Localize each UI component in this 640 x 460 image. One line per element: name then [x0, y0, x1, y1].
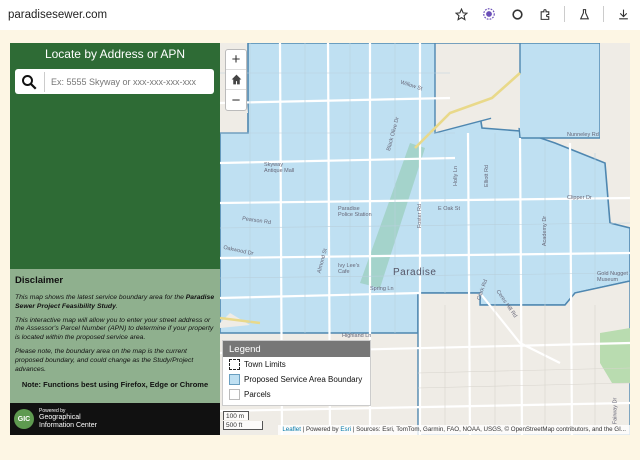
scale-imperial: 500 ft [223, 421, 263, 430]
browser-icons [452, 5, 632, 23]
sidebar: Locate by Address or APN Disclaimer This… [10, 43, 220, 435]
town-limits-swatch [229, 359, 240, 370]
flask-icon[interactable] [575, 5, 593, 23]
search-box[interactable] [15, 69, 214, 94]
search-divider [44, 71, 45, 92]
leaflet-link[interactable]: Leaflet [282, 426, 301, 433]
map-label-elliott: Elliott Rd [484, 164, 491, 188]
gic-logo[interactable]: GIC Powered by Geographical Information … [10, 403, 220, 435]
esri-link[interactable]: Esri [340, 426, 351, 433]
zoom-in-button[interactable]: + [226, 50, 246, 70]
map-label-police: Paradise Police Station [338, 206, 372, 218]
scale-metric: 100 m [223, 411, 249, 420]
map-label-ivy: Ivy Lee's Cafe [338, 263, 360, 275]
map-label-academy: Academy Dr [542, 215, 549, 247]
map-label-gold: Gold Nugget Museum [597, 271, 628, 283]
legend-item-parcels: Parcels [223, 387, 370, 402]
attribution-sep: | Powered by [300, 426, 341, 433]
parcels-swatch [229, 389, 240, 400]
legend: Legend Town Limits Proposed Service Area… [222, 340, 371, 406]
disclaimer-paragraph-2: This interactive map will allow you to e… [15, 316, 214, 342]
star-icon[interactable] [452, 5, 470, 23]
map-label-skyway-antique: Skyway Antique Mall [264, 162, 295, 174]
map-label-holly: Holly Ln [452, 166, 459, 186]
home-icon [231, 74, 241, 85]
locate-title: Locate by Address or APN [44, 47, 186, 61]
legend-item-service-area: Proposed Service Area Boundary [223, 372, 370, 387]
circle-extension-icon[interactable] [508, 5, 526, 23]
logo-line-3: Information Center [39, 421, 97, 429]
zoom-out-button[interactable]: − [226, 90, 246, 110]
zoom-control: + − [225, 49, 247, 111]
map-label-nunneley: Nunneley Rd [567, 132, 599, 138]
legend-label: Proposed Service Area Boundary [244, 375, 363, 384]
gic-logo-text: Powered by Geographical Information Cent… [39, 408, 97, 429]
map-label-fairway: Fairway Dr [612, 397, 619, 425]
map-town-label: Paradise [393, 267, 437, 278]
disclaimer-title: Disclaimer [15, 275, 64, 286]
address-bar[interactable]: paradisesewer.com [8, 9, 107, 21]
home-button[interactable] [226, 70, 246, 90]
legend-label: Town Limits [244, 360, 286, 369]
map-attribution: Leaflet | Powered by Esri | Sources: Esr… [278, 425, 630, 435]
map-label-clipper: Clipper Dr [567, 195, 592, 201]
disclaimer-paragraph-1: This map shows the latest service bounda… [15, 294, 215, 310]
map-label-foster: Foster Rd [417, 203, 424, 229]
disclaimer-panel: Disclaimer This map shows the latest ser… [10, 269, 220, 403]
toolbar-divider [564, 6, 565, 22]
service-area-swatch [229, 374, 240, 385]
puzzle-icon[interactable] [536, 5, 554, 23]
search-input[interactable] [51, 76, 211, 87]
gic-badge: GIC [14, 409, 34, 429]
map-view[interactable]: + − Willow St Black Olive Dr Nunneley Rd… [220, 43, 630, 435]
legend-title: Legend [223, 341, 370, 357]
scale-bar: 100 m 500 ft [223, 411, 263, 431]
legend-item-town-limits: Town Limits [223, 357, 370, 372]
browser-note: Note: Functions best using Firefox, Edge… [21, 379, 209, 389]
locate-panel: Locate by Address or APN [10, 43, 220, 269]
map-label-spring: Spring Ln [370, 286, 394, 292]
map-label-highland: Highland Ln [342, 333, 372, 339]
extension-flower-icon[interactable] [480, 5, 498, 23]
toolbar-divider [603, 6, 604, 22]
download-icon[interactable] [614, 5, 632, 23]
disclaimer-paragraph-3: Please note, the boundary area on the ma… [15, 348, 194, 373]
map-label-oak: E Oak St [438, 206, 461, 212]
browser-toolbar: paradisesewer.com [0, 0, 640, 30]
attribution-sources: | Sources: Esri, TomTom, Garmin, FAO, NO… [351, 426, 626, 433]
legend-label: Parcels [244, 390, 271, 399]
search-icon[interactable] [18, 71, 40, 93]
logo-line-2: Geographical [39, 414, 81, 422]
